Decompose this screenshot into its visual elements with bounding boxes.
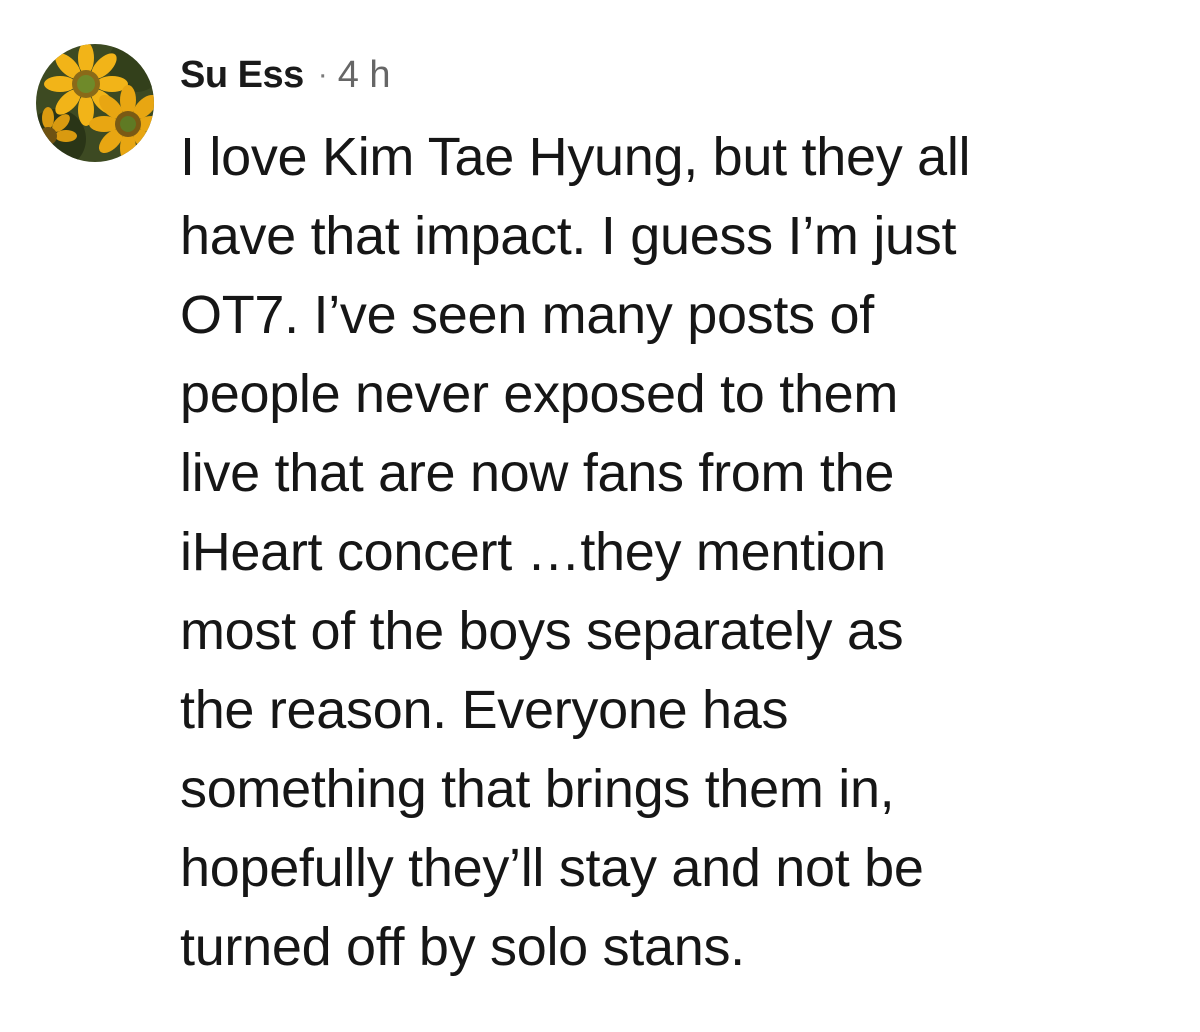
comment-line: people never exposed to them (180, 364, 899, 424)
comment-line: live that are now fans from the (180, 443, 895, 503)
avatar[interactable] (36, 44, 154, 162)
separator-dot: · (317, 58, 328, 91)
comment: Su Ess · 4 h I love Kim Tae Hyung, but t… (0, 0, 1200, 1032)
author-name[interactable]: Su Ess (180, 54, 304, 97)
timestamp[interactable]: 4 h (338, 54, 391, 97)
comment-header: Su Ess · 4 h (180, 50, 391, 100)
comment-line: most of the boys separately as (180, 601, 904, 661)
comment-line: something that brings them in, (180, 759, 895, 819)
comment-line: OT7. I’ve seen many posts of (180, 285, 874, 345)
comment-line: hopefully they’ll stay and not be (180, 838, 924, 898)
comment-line: I love Kim Tae Hyung, but they all (180, 127, 971, 187)
comment-body: I love Kim Tae Hyung, but they all have … (180, 118, 1180, 987)
sunflower-avatar-icon (36, 44, 154, 162)
comment-line: turned off by solo stans. (180, 917, 745, 977)
comment-line: iHeart concert …they mention (180, 522, 886, 582)
comment-line: have that impact. I guess I’m just (180, 206, 957, 266)
comment-line: the reason. Everyone has (180, 680, 789, 740)
